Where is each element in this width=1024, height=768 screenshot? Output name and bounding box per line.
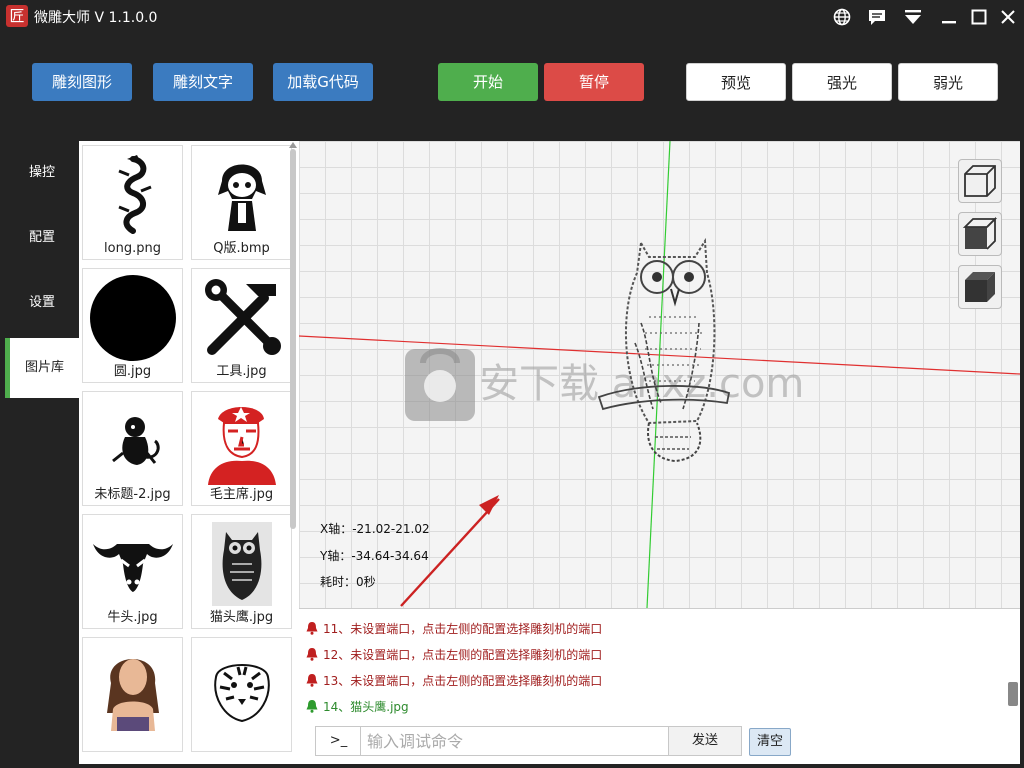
- nav-item-config[interactable]: 配置: [5, 208, 79, 268]
- circle-image: [90, 275, 176, 361]
- title-bar: 匠 微雕大师 V 1.1.0.0: [0, 0, 1024, 34]
- preview-button[interactable]: 预览: [686, 63, 786, 101]
- gallery-item-label: 牛头.jpg: [107, 610, 158, 625]
- engrave-text-button[interactable]: 雕刻文字: [153, 63, 253, 101]
- bell-ok-icon: [306, 700, 318, 713]
- owl-image: [212, 522, 272, 606]
- gallery-scrollbar[interactable]: [290, 149, 296, 529]
- elapsed-time-readout: 耗时：0秒: [320, 575, 376, 589]
- chibi-image: [218, 164, 266, 231]
- gallery-item-label: long.png: [104, 241, 161, 256]
- pause-button[interactable]: 暂停: [544, 63, 644, 101]
- solid-view-button[interactable]: [958, 265, 1002, 309]
- engrave-shape-button[interactable]: 雕刻图形: [32, 63, 132, 101]
- portrait-image: [208, 407, 276, 485]
- monkey-image: [112, 417, 160, 465]
- send-button[interactable]: 发送: [668, 726, 742, 756]
- minimize-icon[interactable]: [937, 5, 961, 29]
- log-line: 11、未设置端口，点击左侧的配置选择雕刻机的端口: [305, 620, 602, 638]
- maximize-icon[interactable]: [967, 5, 991, 29]
- gallery-item-label: Q版.bmp: [213, 241, 270, 256]
- wireframe-view-button[interactable]: [958, 159, 1002, 203]
- clear-button[interactable]: 清空: [749, 728, 791, 756]
- owl-engraving-preview: [597, 237, 731, 463]
- gallery-item-dragon[interactable]: long.png: [82, 145, 183, 260]
- command-prompt-icon: >_: [315, 726, 361, 756]
- log-scrollbar[interactable]: [1008, 682, 1018, 706]
- load-gcode-button[interactable]: 加载G代码: [273, 63, 373, 101]
- solid-cube-icon: [965, 272, 995, 302]
- gallery-item-label: 圆.jpg: [113, 364, 152, 379]
- dragon-image: [118, 155, 152, 234]
- gallery-item-tools[interactable]: 工具.jpg: [191, 268, 292, 383]
- gallery-item-label: 猫头鹰.jpg: [209, 610, 274, 625]
- gallery-item-circle[interactable]: 圆.jpg: [82, 268, 183, 383]
- bull-head-image: [93, 544, 173, 592]
- message-icon[interactable]: [865, 5, 889, 29]
- nav-item-control[interactable]: 操控: [5, 143, 79, 203]
- tools-image: [205, 279, 281, 355]
- log-line-text: 13、未设置端口，点击左侧的配置选择雕刻机的端口: [323, 674, 603, 688]
- gallery-item-owl[interactable]: 猫头鹰.jpg: [191, 514, 292, 629]
- woman-photo-image: [107, 658, 159, 731]
- nav-item-settings[interactable]: 设置: [5, 273, 79, 333]
- gallery-item-label: 毛主席.jpg: [209, 487, 274, 502]
- globe-icon[interactable]: [830, 5, 854, 29]
- app-logo-icon: 匠: [6, 5, 28, 27]
- strong-light-button[interactable]: 强光: [792, 63, 892, 101]
- start-button[interactable]: 开始: [438, 63, 538, 101]
- wireframe-cube-icon: [964, 165, 996, 197]
- close-icon[interactable]: [996, 5, 1020, 29]
- log-line: 14、猫头鹰.jpg: [305, 698, 409, 716]
- log-line: 12、未设置端口，点击左侧的配置选择雕刻机的端口: [305, 646, 602, 664]
- gallery-item-label: 工具.jpg: [216, 364, 267, 379]
- gallery-item-chibi[interactable]: Q版.bmp: [191, 145, 292, 260]
- dropdown-menu-icon[interactable]: [901, 5, 925, 29]
- debug-command-input[interactable]: [360, 726, 669, 756]
- log-line-text: 11、未设置端口，点击左侧的配置选择雕刻机的端口: [323, 622, 603, 636]
- gallery-item-untitled[interactable]: 未标题-2.jpg: [82, 391, 183, 506]
- gallery-item-woman-photo[interactable]: [82, 637, 183, 752]
- gallery-scroll-up-icon[interactable]: [289, 142, 297, 148]
- weak-light-button[interactable]: 弱光: [898, 63, 998, 101]
- image-gallery: long.png Q版.bmp 圆.jpg 工具.jpg 未标题-2.jpg 毛…: [79, 141, 299, 764]
- shaded-view-button[interactable]: [958, 212, 1002, 256]
- app-window: 匠 微雕大师 V 1.1.0.0 雕刻图形 雕刻文字 加载G代码 开始 暂停 预…: [0, 0, 1024, 768]
- log-panel: 11、未设置端口，点击左侧的配置选择雕刻机的端口 12、未设置端口，点击左侧的配…: [299, 608, 1020, 718]
- gallery-item-label: 未标题-2.jpg: [94, 487, 171, 502]
- nav-item-gallery[interactable]: 图片库: [5, 338, 79, 398]
- gallery-item-portrait[interactable]: 毛主席.jpg: [191, 391, 292, 506]
- gallery-item-bull-head[interactable]: 牛头.jpg: [82, 514, 183, 629]
- tiger-image: [214, 664, 270, 723]
- gallery-item-tiger[interactable]: [191, 637, 292, 752]
- log-line-text: 14、猫头鹰.jpg: [323, 700, 409, 714]
- x-axis-readout: X轴：-21.02-21.02: [320, 522, 430, 536]
- y-axis-readout: Y轴：-34.64-34.64: [320, 549, 429, 563]
- bell-alert-icon: [306, 648, 318, 661]
- preview-canvas[interactable]: 安下载 anxz.com: [299, 141, 1020, 608]
- bell-alert-icon: [306, 674, 318, 687]
- log-line: 13、未设置端口，点击左侧的配置选择雕刻机的端口: [305, 672, 602, 690]
- log-line-text: 12、未设置端口，点击左侧的配置选择雕刻机的端口: [323, 648, 603, 662]
- bell-alert-icon: [306, 622, 318, 635]
- app-title: 微雕大师 V 1.1.0.0: [34, 10, 158, 26]
- shaded-cube-icon: [962, 216, 998, 250]
